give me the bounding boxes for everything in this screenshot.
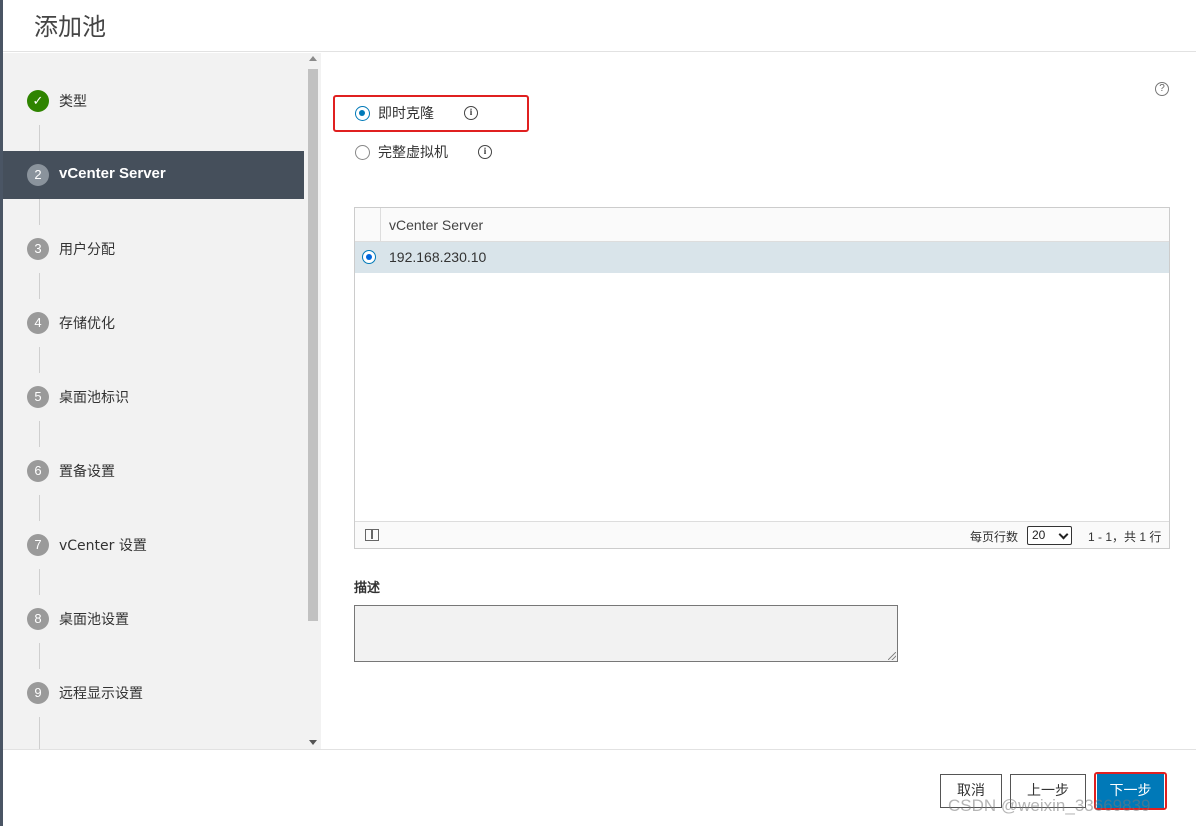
dialog-title: 添加池 — [34, 13, 106, 41]
rows-per-page-value: 20 — [1032, 528, 1046, 542]
step-number: 9 — [27, 682, 49, 704]
step-pool-settings[interactable]: 8 桌面池设置 — [3, 595, 304, 643]
column-header-vcenter-server[interactable]: vCenter Server — [389, 217, 483, 233]
chevron-down-icon — [1058, 529, 1069, 540]
step-label: 桌面池设置 — [59, 612, 129, 628]
full-vm-radio[interactable] — [355, 144, 370, 160]
step-label: 置备设置 — [59, 464, 115, 480]
full-vm-label[interactable]: 完整虚拟机 — [378, 142, 448, 162]
rows-per-page-select[interactable]: 20 — [1027, 526, 1072, 545]
vcenter-address-cell[interactable]: 192.168.230.10 — [389, 249, 486, 265]
pagination-range-label: 1 - 1，共 1 行 — [1088, 530, 1162, 544]
step-storage-optimization[interactable]: 4 存储优化 — [3, 299, 304, 347]
step-user-assignment[interactable]: 3 用户分配 — [3, 225, 304, 273]
grid-select-column — [355, 208, 381, 242]
rows-per-page-label: 每页行数 — [970, 530, 1019, 544]
step-vcenter-server[interactable]: 2 vCenter Server — [3, 151, 304, 199]
annotation-highlight-box — [333, 95, 529, 132]
step-connector — [39, 643, 40, 669]
row-select-radio[interactable] — [362, 250, 376, 264]
step-number: 5 — [27, 386, 49, 408]
step-remote-display-settings[interactable]: 9 远程显示设置 — [3, 669, 304, 717]
scroll-down-arrow-icon[interactable] — [309, 740, 317, 745]
description-label: 描述 — [354, 581, 381, 596]
scroll-up-arrow-icon[interactable] — [309, 56, 317, 61]
step-connector — [39, 125, 40, 151]
step-label: 桌面池标识 — [59, 390, 129, 406]
step-label: 类型 — [59, 94, 87, 110]
step-label: 远程显示设置 — [59, 686, 143, 702]
step-number: 8 — [27, 608, 49, 630]
step-number: 2 — [27, 164, 49, 186]
step-connector — [39, 421, 40, 447]
step-connector — [39, 717, 40, 749]
wizard-steps-sidebar: ✓ 类型 2 vCenter Server 3 用户分配 4 存储优化 5 桌面… — [3, 53, 321, 749]
step-connector — [39, 569, 40, 595]
step-connector — [39, 199, 40, 225]
help-icon[interactable]: ? — [1155, 82, 1169, 96]
description-textarea[interactable] — [354, 605, 898, 662]
step-number: 4 — [27, 312, 49, 334]
step-label: vCenter 设置 — [59, 538, 147, 554]
sidebar-scrollbar[interactable] — [305, 53, 320, 749]
table-row[interactable]: 192.168.230.10 — [355, 242, 1169, 273]
vcenter-server-grid: vCenter Server 192.168.230.10 每页行数 20 1 … — [354, 207, 1170, 549]
step-label: 用户分配 — [59, 242, 115, 258]
watermark: CSDN @weixin_33669839 — [948, 796, 1151, 815]
step-number: 7 — [27, 534, 49, 556]
info-icon[interactable]: i — [478, 145, 492, 159]
scrollbar-thumb[interactable] — [308, 69, 318, 621]
grid-header: vCenter Server — [355, 208, 1169, 242]
full-vm-option[interactable]: 完整虚拟机 i — [355, 142, 492, 162]
step-pool-identification[interactable]: 5 桌面池标识 — [3, 373, 304, 421]
step-connector — [39, 495, 40, 521]
step-label: 存储优化 — [59, 316, 115, 332]
step-number: 6 — [27, 460, 49, 482]
step-connector — [39, 347, 40, 373]
step-provisioning-settings[interactable]: 6 置备设置 — [3, 447, 304, 495]
step-number: 3 — [27, 238, 49, 260]
checkmark-icon: ✓ — [27, 90, 49, 112]
step-type[interactable]: ✓ 类型 — [3, 77, 304, 125]
step-connector — [39, 273, 40, 299]
column-toggle-icon[interactable] — [365, 529, 379, 541]
step-label: vCenter Server — [59, 165, 166, 182]
grid-footer: 每页行数 20 1 - 1，共 1 行 — [355, 521, 1169, 548]
step-vcenter-settings[interactable]: 7 vCenter 设置 — [3, 521, 304, 569]
dialog-header: 添加池 — [3, 0, 1196, 52]
resize-grip-icon[interactable] — [888, 652, 896, 660]
